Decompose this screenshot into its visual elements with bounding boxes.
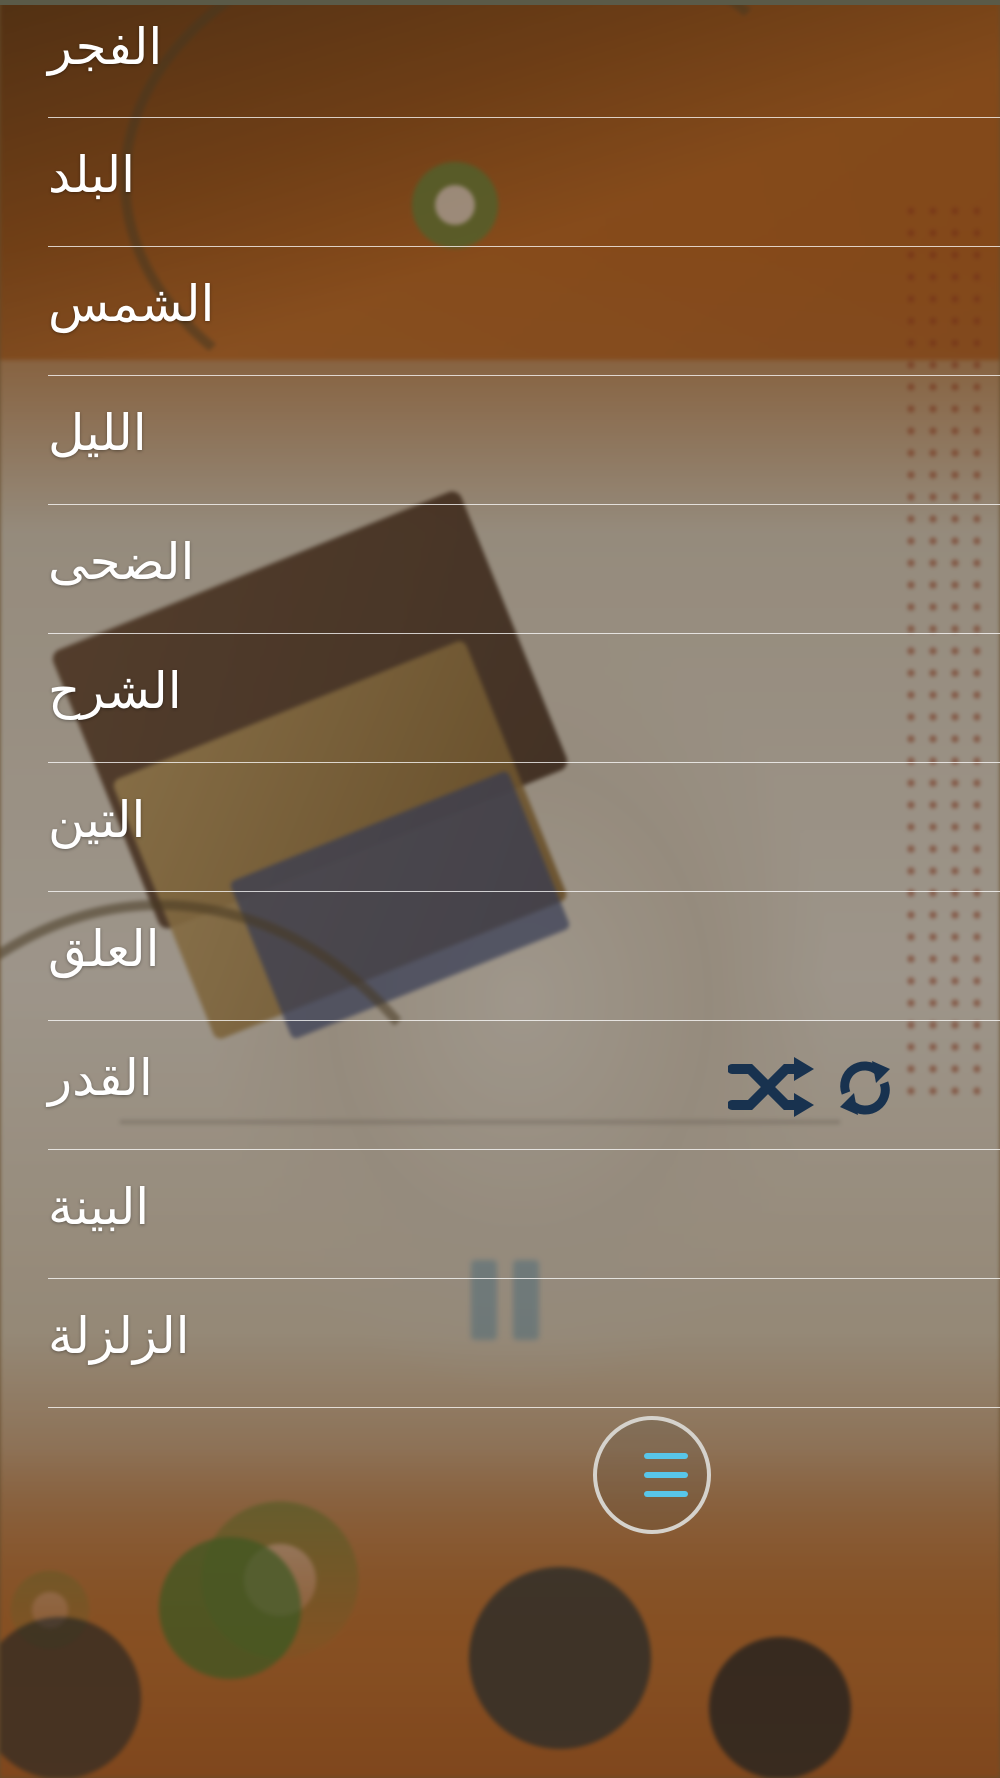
menu-icon-bar	[644, 1472, 688, 1478]
surah-name: العلق	[48, 920, 160, 978]
surah-name: القدر	[48, 1049, 153, 1107]
list-item[interactable]: الفجر	[48, 0, 1000, 118]
surah-name: الشرح	[48, 662, 182, 720]
menu-button[interactable]	[593, 1416, 711, 1534]
surah-name: البينة	[48, 1178, 150, 1236]
list-item[interactable]: الشمس	[48, 247, 1000, 376]
list-item[interactable]: الزلزلة	[48, 1279, 1000, 1408]
list-item[interactable]: الضحى	[48, 505, 1000, 634]
list-item[interactable]: الشرح	[48, 634, 1000, 763]
surah-name: البلد	[48, 146, 136, 204]
surah-name: الزلزلة	[48, 1307, 190, 1365]
list-item[interactable]: العلق	[48, 892, 1000, 1021]
surah-list: الفجر البلد الشمس الليل الضحى الشرح التي…	[48, 0, 1000, 1408]
surah-name: التين	[48, 791, 146, 849]
list-item[interactable]: البلد	[48, 118, 1000, 247]
surah-name: الفجر	[48, 18, 163, 76]
menu-icon	[644, 1453, 688, 1459]
menu-icon-bar	[644, 1491, 688, 1497]
surah-name: الليل	[48, 404, 147, 462]
surah-name: الضحى	[48, 533, 195, 591]
surah-name: الشمس	[48, 275, 215, 333]
list-item[interactable]: الليل	[48, 376, 1000, 505]
list-item[interactable]: التين	[48, 763, 1000, 892]
list-item[interactable]: القدر	[48, 1021, 1000, 1150]
list-item[interactable]: البينة	[48, 1150, 1000, 1279]
